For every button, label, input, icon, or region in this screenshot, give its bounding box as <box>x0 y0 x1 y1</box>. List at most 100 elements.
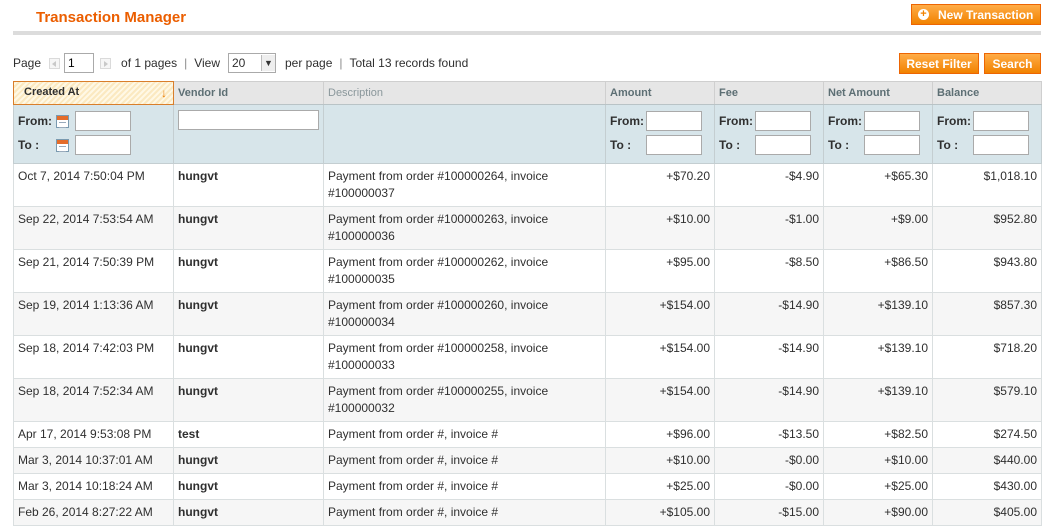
vendor-id-filter-input[interactable] <box>178 110 319 130</box>
per-page-label: per page <box>285 56 333 70</box>
filter-amount: From: To : <box>605 104 715 164</box>
table-row[interactable]: Sep 22, 2014 7:53:54 AM hungvt Payment fro… <box>13 206 1042 250</box>
pager-separator: | <box>339 56 343 70</box>
cell-net-amount: +$139.10 <box>823 378 933 422</box>
cell-created-at: Sep 19, 2014 1:13:36 AM <box>13 292 174 336</box>
cell-vendor-id: hungvt <box>173 378 324 422</box>
table-row[interactable]: Sep 21, 2014 7:50:39 PM hungvt Payment fro… <box>13 249 1042 293</box>
cell-vendor-id: hungvt <box>173 163 324 207</box>
per-page-select[interactable]: 20 ▼ <box>228 53 276 73</box>
cell-amount: +$10.00 <box>605 447 715 474</box>
cell-balance: $579.10 <box>932 378 1042 422</box>
pager-separator: | <box>184 56 188 70</box>
cell-vendor-id: hungvt <box>173 249 324 293</box>
column-header-vendor-id[interactable]: Vendor Id <box>173 81 324 105</box>
cell-description: Payment from order #100000255, invoice #… <box>323 378 606 422</box>
created-to-input[interactable] <box>75 135 131 155</box>
new-transaction-label: New Transaction <box>938 7 1034 22</box>
filter-from-label: From: <box>937 114 971 128</box>
cell-created-at: Feb 26, 2014 8:27:22 AM <box>13 499 174 526</box>
cell-amount: +$95.00 <box>605 249 715 293</box>
filter-from-label: From: <box>18 114 52 128</box>
filter-from-label: From: <box>610 114 644 128</box>
cell-description: Payment from order #100000263, invoice #… <box>323 206 606 250</box>
balance-to-input[interactable] <box>973 135 1029 155</box>
table-row[interactable]: Feb 26, 2014 8:27:22 AM hungvt Payment fro… <box>13 499 1042 526</box>
cell-balance: $1,018.10 <box>932 163 1042 207</box>
cell-created-at: Mar 3, 2014 10:37:01 AM <box>13 447 174 474</box>
cell-balance: $274.50 <box>932 421 1042 448</box>
amount-from-input[interactable] <box>646 111 702 131</box>
net-amount-to-input[interactable] <box>864 135 920 155</box>
cell-balance: $440.00 <box>932 447 1042 474</box>
table-row[interactable]: Mar 3, 2014 10:18:24 AM hungvt Payment fro… <box>13 473 1042 500</box>
search-button[interactable]: Search <box>984 53 1041 74</box>
chevron-down-icon: ▼ <box>261 55 275 71</box>
cell-fee: -$0.00 <box>714 447 824 474</box>
amount-to-input[interactable] <box>646 135 702 155</box>
cell-fee: -$14.90 <box>714 378 824 422</box>
filter-description <box>323 104 606 164</box>
cell-vendor-id: hungvt <box>173 499 324 526</box>
cell-balance: $405.00 <box>932 499 1042 526</box>
column-header-net-amount[interactable]: Net Amount <box>823 81 933 105</box>
created-from-input[interactable] <box>75 111 131 131</box>
cell-description: Payment from order #, invoice # <box>323 499 606 526</box>
cell-description: Payment from order #100000264, invoice #… <box>323 163 606 207</box>
previous-page-icon[interactable] <box>49 57 61 69</box>
fee-to-input[interactable] <box>755 135 811 155</box>
cell-amount: +$154.00 <box>605 378 715 422</box>
title-divider <box>13 31 1041 35</box>
calendar-icon[interactable] <box>56 114 69 128</box>
cell-vendor-id: hungvt <box>173 292 324 336</box>
table-row[interactable]: Sep 18, 2014 7:52:34 AM hungvt Payment fro… <box>13 378 1042 422</box>
calendar-icon[interactable] <box>56 138 69 152</box>
cell-amount: +$25.00 <box>605 473 715 500</box>
cell-vendor-id: test <box>173 421 324 448</box>
cell-net-amount: +$86.50 <box>823 249 933 293</box>
filter-to-label: To : <box>719 138 741 152</box>
reset-filter-button[interactable]: Reset Filter <box>899 53 979 74</box>
table-row[interactable]: Sep 19, 2014 1:13:36 AM hungvt Payment fro… <box>13 292 1042 336</box>
filter-vendor-id <box>173 104 324 164</box>
cell-created-at: Mar 3, 2014 10:18:24 AM <box>13 473 174 500</box>
cell-amount: +$105.00 <box>605 499 715 526</box>
filter-net-amount: From: To : <box>823 104 933 164</box>
column-header-amount[interactable]: Amount <box>605 81 715 105</box>
page-title: Transaction Manager <box>36 9 187 26</box>
cell-amount: +$154.00 <box>605 292 715 336</box>
cell-net-amount: +$9.00 <box>823 206 933 250</box>
cell-fee: -$15.00 <box>714 499 824 526</box>
page-number-input[interactable] <box>64 53 95 73</box>
column-header-balance[interactable]: Balance <box>932 81 1042 105</box>
filter-row: From: To : From: To : From: To : From: T… <box>13 104 1042 164</box>
column-header-created-at[interactable]: Created At ↓ <box>13 81 174 105</box>
new-transaction-button[interactable]: + New Transaction <box>911 4 1041 25</box>
cell-vendor-id: hungvt <box>173 473 324 500</box>
next-page-icon[interactable] <box>100 57 112 69</box>
column-header-fee[interactable]: Fee <box>714 81 824 105</box>
cell-vendor-id: hungvt <box>173 447 324 474</box>
fee-from-input[interactable] <box>755 111 811 131</box>
net-amount-from-input[interactable] <box>864 111 920 131</box>
cell-balance: $857.30 <box>932 292 1042 336</box>
view-label: View <box>194 56 220 70</box>
cell-balance: $718.20 <box>932 335 1042 379</box>
table-row[interactable]: Mar 3, 2014 10:37:01 AM hungvt Payment fro… <box>13 447 1042 474</box>
pager: Page of 1 pages | View 20 ▼ per page | T… <box>13 53 468 73</box>
table-row[interactable]: Sep 18, 2014 7:42:03 PM hungvt Payment fro… <box>13 335 1042 379</box>
filter-to-label: To : <box>18 138 40 152</box>
cell-net-amount: +$139.10 <box>823 292 933 336</box>
filter-fee: From: To : <box>714 104 824 164</box>
sort-desc-icon: ↓ <box>161 86 167 100</box>
balance-from-input[interactable] <box>973 111 1029 131</box>
table-row[interactable]: Oct 7, 2014 7:50:04 PM hungvt Payment from… <box>13 163 1042 207</box>
cell-description: Payment from order #100000262, invoice #… <box>323 249 606 293</box>
cell-created-at: Apr 17, 2014 9:53:08 PM <box>13 421 174 448</box>
cell-fee: -$0.00 <box>714 473 824 500</box>
page-count-text: of 1 pages <box>121 56 178 70</box>
page-label: Page <box>13 56 42 70</box>
cell-created-at: Oct 7, 2014 7:50:04 PM <box>13 163 174 207</box>
table-row[interactable]: Apr 17, 2014 9:53:08 PM test Payment from … <box>13 421 1042 448</box>
per-page-value: 20 <box>232 56 246 70</box>
